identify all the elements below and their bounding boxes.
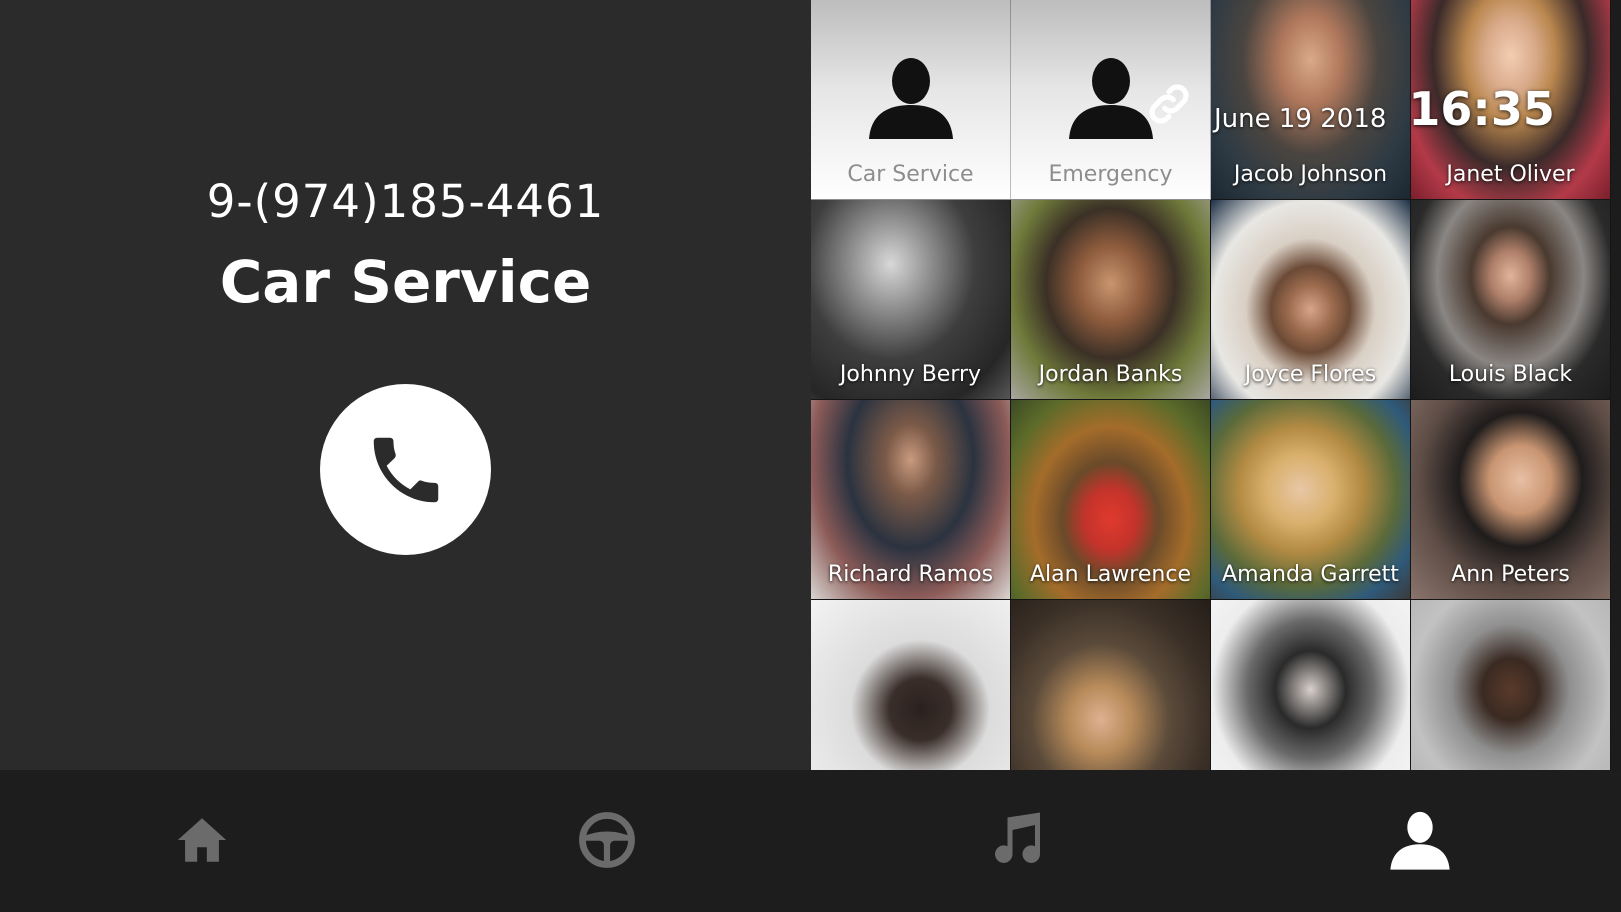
contact-photo xyxy=(1211,600,1410,770)
contact-name: Louis Black xyxy=(1448,362,1573,387)
contact-name: Janet Oliver xyxy=(1446,162,1575,187)
contact-name: Car Service xyxy=(847,162,974,187)
contact-name: Jacob Johnson xyxy=(1233,162,1388,187)
contacts-person-icon xyxy=(1390,811,1450,870)
nav-home[interactable] xyxy=(162,805,242,875)
nav-music[interactable] xyxy=(975,805,1055,875)
contact-tile-ann-peters[interactable]: Ann Peters xyxy=(1411,400,1611,600)
contact-photo xyxy=(1411,600,1610,770)
contact-tile-louis-black[interactable]: Louis Black xyxy=(1411,200,1611,400)
car-phone-screen: 9-(974)185-4461 Car Service Car Service … xyxy=(0,0,1621,912)
nav-drive[interactable] xyxy=(567,805,647,875)
contact-photo xyxy=(1011,600,1210,770)
contact-tile[interactable] xyxy=(1211,600,1411,770)
contact-tile-jacob-johnson[interactable]: Jacob Johnson xyxy=(1211,0,1411,200)
contact-tile[interactable] xyxy=(811,600,1011,770)
contact-name: Emergency xyxy=(1048,162,1173,187)
contact-name: Jordan Banks xyxy=(1038,362,1183,387)
contact-name: Amanda Garrett xyxy=(1222,562,1399,587)
contact-tile[interactable] xyxy=(1011,600,1211,770)
phone-number: 9-(974)185-4461 xyxy=(206,175,605,228)
contact-tile-amanda-garrett[interactable]: Amanda Garrett xyxy=(1211,400,1411,600)
phone-icon xyxy=(373,437,438,502)
contact-tile-richard-ramos[interactable]: Richard Ramos xyxy=(811,400,1011,600)
contact-tile-jordan-banks[interactable]: Jordan Banks xyxy=(1011,200,1211,400)
nav-contacts[interactable] xyxy=(1380,805,1460,875)
contact-name: Alan Lawrence xyxy=(1030,562,1191,587)
music-note-icon xyxy=(995,812,1040,863)
link-icon xyxy=(1149,84,1189,124)
contact-tile-johnny-berry[interactable]: Johnny Berry xyxy=(811,200,1011,400)
contact-tile[interactable] xyxy=(1411,600,1611,770)
contact-tile-joyce-flores[interactable]: Joyce Flores xyxy=(1211,200,1411,400)
home-icon xyxy=(177,818,227,862)
contact-photo xyxy=(811,600,1010,770)
person-placeholder-icon xyxy=(869,58,953,139)
contact-tile-car-service[interactable]: Car Service xyxy=(811,0,1011,200)
contact-name: Richard Ramos xyxy=(827,562,994,587)
contact-tile-alan-lawrence[interactable]: Alan Lawrence xyxy=(1011,400,1211,600)
contact-name: Johnny Berry xyxy=(839,362,982,387)
call-button[interactable] xyxy=(320,384,491,555)
bottom-nav xyxy=(0,770,1621,912)
person-placeholder-icon xyxy=(1069,58,1153,139)
steering-wheel-icon xyxy=(579,812,635,868)
selected-contact-name: Car Service xyxy=(219,248,592,316)
call-panel: 9-(974)185-4461 Car Service xyxy=(0,0,811,770)
contacts-grid: Car Service Emergency Jacob Johnson Jane… xyxy=(811,0,1611,770)
contact-name: Ann Peters xyxy=(1451,562,1570,587)
contact-tile-janet-oliver[interactable]: Janet Oliver xyxy=(1411,0,1611,200)
contact-name: Joyce Flores xyxy=(1244,362,1377,387)
